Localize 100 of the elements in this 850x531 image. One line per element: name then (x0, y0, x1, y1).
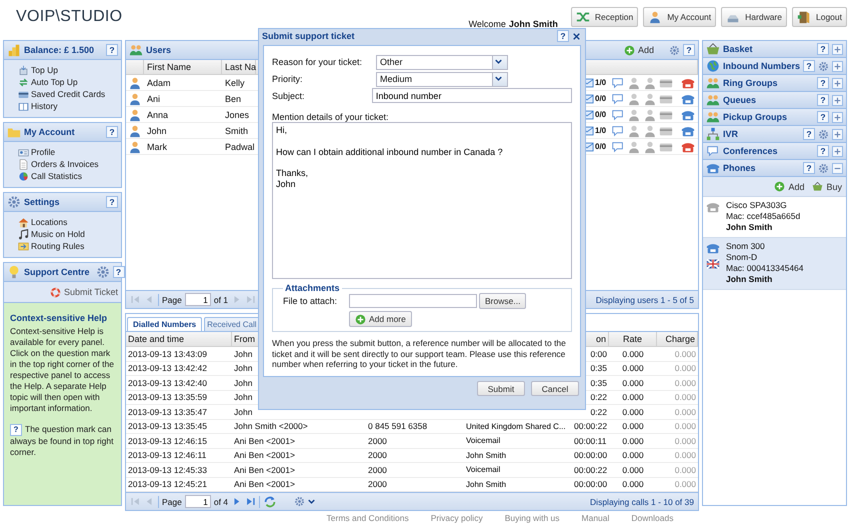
footer-link[interactable]: Downloads (631, 513, 674, 531)
plus-icon[interactable] (832, 60, 843, 72)
header-button[interactable]: Logout (792, 7, 847, 27)
help-button[interactable]: ? (817, 111, 829, 123)
help-button[interactable]: ? (683, 44, 695, 56)
help-button[interactable]: ? (106, 196, 118, 208)
menu-item[interactable]: Auto Top Up (18, 76, 121, 88)
menu-item[interactable]: Music on Hold (18, 228, 121, 240)
bubble-icon[interactable] (611, 124, 625, 138)
plus-icon[interactable] (832, 94, 843, 106)
people-icon (706, 110, 720, 124)
bubble-icon (706, 144, 720, 158)
table-cell: 0:22 (590, 406, 607, 417)
gear-icon[interactable] (818, 128, 829, 140)
bubble-icon[interactable] (611, 76, 625, 90)
browse-button[interactable]: Browse... (479, 293, 526, 310)
bubble-icon[interactable] (611, 140, 625, 154)
settings-menu-button[interactable] (294, 496, 318, 507)
footer-link[interactable]: Buying with us (504, 513, 560, 531)
plus-icon[interactable] (832, 78, 843, 88)
plus-icon[interactable] (832, 112, 843, 122)
help-button[interactable]: ? (817, 94, 829, 106)
header-button[interactable]: Reception (570, 7, 638, 27)
footer-link[interactable]: Privacy policy (430, 513, 483, 531)
refresh-icon[interactable] (263, 494, 278, 508)
help-button[interactable]: ? (803, 60, 815, 72)
details-field[interactable]: Hi, How can I obtain additional inbound number in Canada ? Thanks, John (272, 122, 572, 280)
person-icon[interactable] (643, 124, 657, 138)
table-cell-text: Kelly (224, 78, 246, 88)
person-icon[interactable] (627, 76, 641, 90)
close-icon[interactable] (571, 30, 582, 42)
menu-item[interactable]: Profile (18, 146, 121, 158)
footer-link[interactable]: Manual (582, 513, 610, 531)
help-button[interactable]: ? (817, 77, 829, 89)
menu-item[interactable]: Locations (18, 216, 121, 228)
table-cell: 00:00:00 (574, 450, 608, 460)
table-cell: 0.000 (622, 378, 644, 388)
plus-icon[interactable] (832, 128, 843, 140)
menu-item[interactable]: Saved Credit Cards (18, 88, 121, 100)
people-icon (706, 93, 720, 107)
last-page-icon[interactable] (245, 496, 256, 507)
person-icon[interactable] (627, 124, 641, 138)
table-cell: 2013-09-13 13:42:40 (128, 378, 207, 388)
help-button[interactable]: ? (557, 30, 569, 42)
help-button[interactable]: ? (106, 126, 118, 138)
table-cell: 0.000 (674, 406, 696, 417)
menu-item[interactable]: Routing Rules (18, 240, 121, 252)
tab[interactable]: Received Call (204, 317, 260, 331)
dropdown[interactable]: Medium (376, 72, 508, 87)
table-cell-text: Ben (224, 94, 242, 104)
menu-item[interactable]: Top Up (18, 64, 121, 76)
person-icon (128, 92, 142, 106)
table-cell-text: Jones (224, 110, 250, 120)
help-button[interactable]: ? (817, 145, 829, 157)
person-icon[interactable] (627, 108, 641, 122)
person-icon[interactable] (643, 140, 657, 154)
buy-button[interactable]: Buy (812, 181, 842, 192)
help-button[interactable]: ? (803, 128, 815, 140)
header-button[interactable]: Hardware (721, 7, 787, 27)
tab[interactable]: Dialled Numbers (127, 317, 202, 331)
minus-icon[interactable] (832, 162, 843, 174)
add-button[interactable]: Add (774, 181, 804, 192)
person-icon[interactable] (627, 140, 641, 154)
panel-title: Balance: £ 1.500 (24, 45, 94, 55)
file-field[interactable] (349, 294, 477, 308)
phone-list-item[interactable]: Snom 300 Snom-D Mac: 000413345464 John Smith (703, 238, 846, 290)
plus-icon[interactable] (832, 146, 843, 156)
phone-icon (706, 161, 720, 175)
help-button[interactable]: ? (112, 266, 125, 278)
bubble-icon[interactable] (611, 92, 625, 106)
plus-icon[interactable] (832, 44, 843, 54)
person-icon[interactable] (643, 76, 657, 90)
help-button[interactable]: ? (817, 43, 829, 55)
add-button[interactable]: Add (624, 44, 654, 56)
page-field[interactable]: 1 (184, 495, 211, 508)
table-cell: John Smith (466, 450, 506, 460)
text-field[interactable]: Inbound number (372, 88, 572, 104)
dialog-button[interactable]: Cancel (531, 381, 579, 396)
gear-icon[interactable] (669, 44, 680, 56)
gear-icon[interactable] (818, 60, 829, 72)
gear-icon[interactable] (818, 162, 829, 174)
footer-link[interactable]: Terms and Conditions (326, 513, 409, 531)
page-field[interactable]: 1 (184, 293, 211, 306)
gear-icon[interactable] (96, 265, 110, 279)
person-icon[interactable] (627, 92, 641, 106)
menu-item[interactable]: Call Statistics (18, 170, 121, 182)
help-button[interactable]: ? (803, 162, 815, 174)
dialog-button[interactable]: Submit (477, 381, 525, 396)
add-more-button[interactable]: Add more (349, 311, 412, 328)
lifebuoy-icon (50, 286, 61, 298)
help-button[interactable]: ? (106, 44, 118, 56)
person-icon[interactable] (643, 108, 657, 122)
menu-item[interactable]: Orders & Invoices (18, 158, 121, 170)
header-button[interactable]: My Account (643, 7, 716, 27)
group-title: Attachments (284, 283, 341, 294)
menu-item[interactable]: History (18, 100, 121, 112)
dropdown[interactable]: Other (376, 54, 508, 70)
bubble-icon[interactable] (611, 108, 625, 122)
person-icon[interactable] (643, 92, 657, 106)
table-cell: Ani Ben <2001> (234, 436, 295, 446)
